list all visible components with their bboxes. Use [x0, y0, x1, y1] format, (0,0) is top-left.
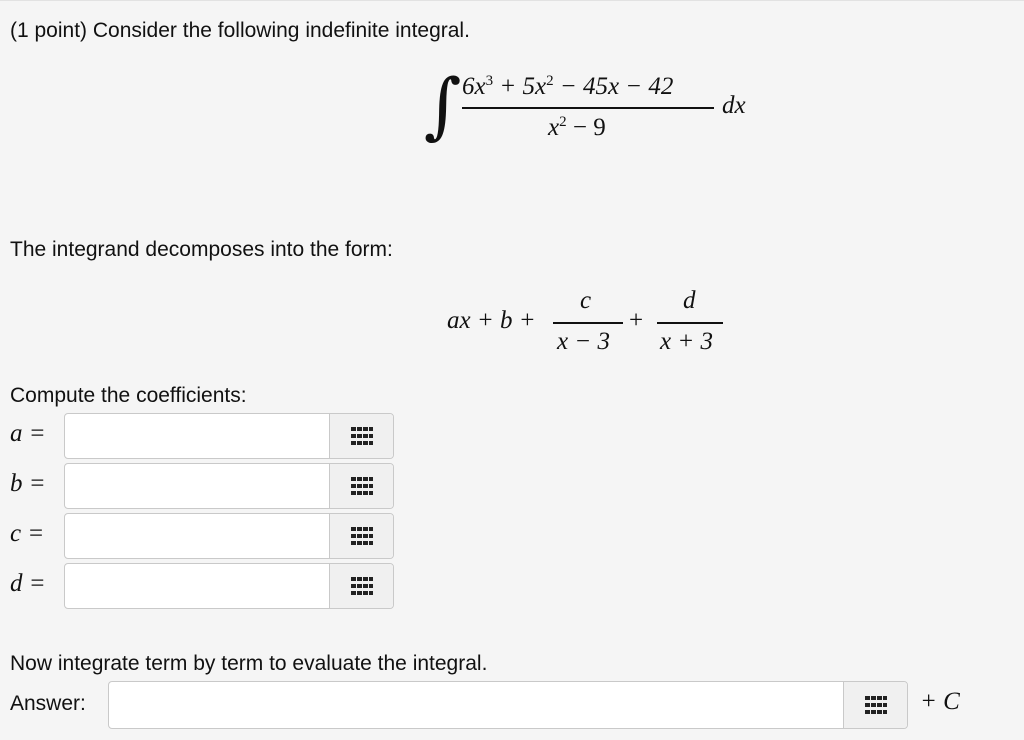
grid-icon [350, 527, 373, 545]
grid-icon [350, 577, 373, 595]
integral-dx: dx [722, 92, 746, 119]
decomp-lead: ax + b + [447, 307, 536, 334]
coefficient-b-input[interactable] [65, 464, 331, 508]
answer-input[interactable] [109, 682, 839, 728]
coefficient-d-field [64, 563, 394, 609]
decompose-text: The integrand decomposes into the form: [10, 238, 393, 261]
integral-numerator: 6x3 + 5x2 − 45x − 42 [462, 73, 674, 100]
coefficient-c-field [64, 513, 394, 559]
answer-equation-button[interactable] [843, 682, 907, 728]
coefficient-a-input[interactable] [65, 414, 331, 458]
decomp-plus: + [629, 307, 644, 334]
decomp-d-numerator: d [683, 287, 696, 314]
grid-icon [864, 696, 887, 714]
coefficient-d-equation-button[interactable] [329, 564, 393, 608]
integral-fraction-bar [462, 107, 714, 109]
coefficient-b-label: b = [10, 470, 46, 497]
decomp-c-numerator: c [580, 287, 592, 314]
coefficient-a-field [64, 413, 394, 459]
integral-denominator: x2 − 9 [548, 114, 606, 141]
decomp-c-denominator: x − 3 [557, 328, 610, 355]
decomp-d-denominator: x + 3 [660, 328, 713, 355]
integral-sign: ∫ [424, 63, 462, 147]
decomp-d-fraction-bar [657, 322, 723, 324]
coefficient-a-equation-button[interactable] [329, 414, 393, 458]
decomp-c-fraction-bar [553, 322, 623, 324]
coefficient-c-input[interactable] [65, 514, 331, 558]
answer-field [108, 681, 908, 729]
coefficient-c-label: c = [10, 520, 45, 547]
coefficient-d-label: d = [10, 570, 46, 597]
top-divider [0, 0, 1024, 1]
coefficient-b-equation-button[interactable] [329, 464, 393, 508]
problem-intro: (1 point) Consider the following indefin… [10, 19, 470, 42]
coefficient-b-field [64, 463, 394, 509]
grid-icon [350, 427, 373, 445]
compute-text: Compute the coefficients: [10, 384, 247, 407]
coefficient-d-input[interactable] [65, 564, 331, 608]
grid-icon [350, 477, 373, 495]
answer-label: Answer: [10, 692, 86, 715]
coefficient-c-equation-button[interactable] [329, 514, 393, 558]
plus-constant: + C [920, 688, 960, 715]
integrate-text: Now integrate term by term to evaluate t… [10, 652, 488, 675]
coefficient-a-label: a = [10, 420, 46, 447]
